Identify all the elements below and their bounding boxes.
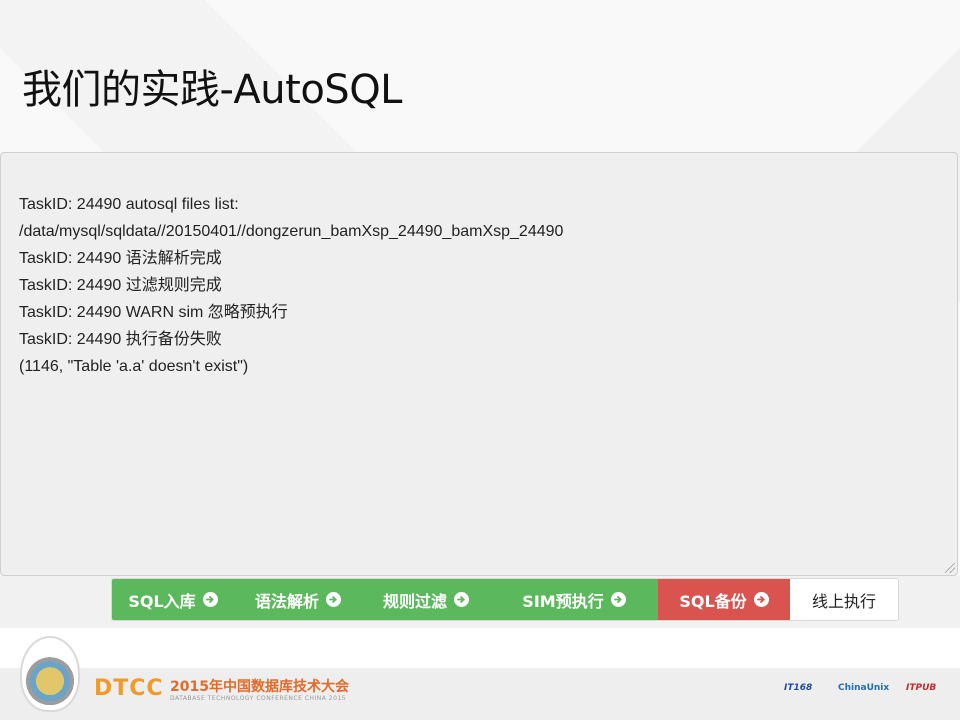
dtcc-logo: DTCC — [94, 676, 164, 701]
log-line: TaskID: 24490 执行备份失败 — [19, 331, 222, 348]
log-line: TaskID: 24490 WARN sim 忽略预执行 — [19, 304, 288, 321]
step-label: 语法解析 — [254, 591, 319, 611]
log-line: TaskID: 24490 autosql files list: — [19, 196, 239, 213]
log-output-textarea[interactable]: TaskID: 24490 autosql files list: /data/… — [0, 152, 958, 576]
resize-grip-icon[interactable] — [945, 563, 955, 573]
arrow-circle-right-icon — [202, 592, 218, 607]
step-sql-ingest[interactable]: SQL入库 — [112, 579, 234, 620]
sponsor-logo-it168: IT168 — [784, 683, 813, 693]
arrow-circle-right-icon — [610, 592, 626, 607]
step-sim-preexec[interactable]: SIM预执行 — [490, 579, 658, 620]
log-line: TaskID: 24490 语法解析完成 — [19, 250, 222, 267]
pipeline-step-bar: SQL入库 语法解析 规则过滤 SIM预执行 SQL备份 线上执行 — [111, 578, 899, 621]
arrow-circle-right-icon — [753, 592, 769, 607]
arrow-circle-right-icon — [454, 592, 469, 607]
log-line: /data/mysql/sqldata//20150401//dongzerun… — [19, 223, 564, 240]
arrow-circle-right-icon — [326, 592, 341, 607]
step-label: 线上执行 — [811, 591, 876, 611]
sponsor-logo-itpub: ITPUB — [906, 683, 937, 693]
step-label: 规则过滤 — [382, 591, 447, 611]
log-line: (1146, "Table 'a.a' doesn't exist") — [19, 358, 249, 375]
conference-badge-icon — [20, 636, 80, 712]
conference-name: 2015年中国数据库技术大会 — [170, 679, 349, 695]
step-label: SIM预执行 — [522, 591, 604, 611]
step-sql-backup[interactable]: SQL备份 — [658, 579, 790, 620]
step-rule-filter[interactable]: 规则过滤 — [362, 579, 490, 620]
step-label: SQL入库 — [128, 591, 196, 611]
sponsor-logo-chinaunix: ChinaUnix — [838, 683, 890, 693]
step-label: SQL备份 — [679, 591, 747, 611]
log-line: TaskID: 24490 过滤规则完成 — [19, 277, 222, 294]
slide-footer: DTCC 2015年中国数据库技术大会 DATABASE TECHNOLOGY … — [0, 628, 960, 720]
step-syntax-parse[interactable]: 语法解析 — [234, 579, 362, 620]
slide-title: 我们的实践-AutoSQL — [22, 67, 402, 113]
conference-subtitle: DATABASE TECHNOLOGY CONFERENCE CHINA 201… — [170, 695, 347, 702]
step-online-exec[interactable]: 线上执行 — [790, 579, 898, 620]
